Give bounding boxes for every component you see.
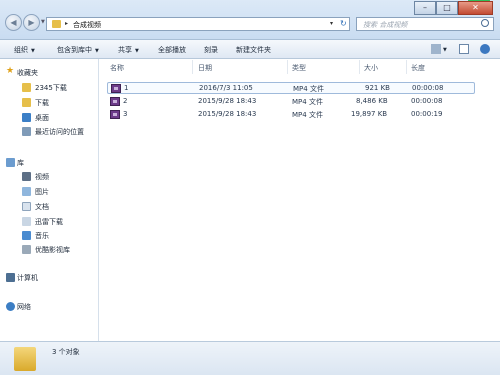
share-button[interactable]: 共享 ▼ xyxy=(118,45,139,55)
column-header-type[interactable]: 类型 xyxy=(292,63,306,73)
column-divider[interactable] xyxy=(287,60,288,74)
view-options-icon[interactable] xyxy=(431,44,441,54)
maximize-button[interactable]: □ xyxy=(436,1,458,15)
file-date: 2015/9/28 18:43 xyxy=(198,97,257,105)
column-divider[interactable] xyxy=(406,60,407,74)
star-icon: ★ xyxy=(6,66,15,76)
search-input[interactable]: 搜索 合成视频 xyxy=(356,17,494,31)
back-button[interactable]: ◀ xyxy=(5,14,22,31)
command-bar: 组织 ▼ 包含到库中 ▼ 共享 ▼ 全部播放 刻录 新建文件夹 ▼ xyxy=(0,40,500,59)
column-header-date[interactable]: 日期 xyxy=(198,63,212,73)
video-file-icon xyxy=(110,110,120,119)
file-name: 1 xyxy=(124,84,129,92)
folder-icon xyxy=(14,347,36,371)
navigation-pane: ★ 收藏夹 2345下载 下载 桌面 最近访问的位置 库 视频 图片 文档 迅雷… xyxy=(0,59,99,341)
column-header-size[interactable]: 大小 xyxy=(364,63,378,73)
download-folder-icon xyxy=(22,98,31,107)
item-count: 3 个对象 xyxy=(52,348,80,356)
computer-icon xyxy=(6,273,15,282)
table-row[interactable]: 1 2016/7/3 11:05 MP4 文件 921 KB 00:00:08 xyxy=(107,82,475,94)
thunder-download-icon xyxy=(22,217,31,226)
file-name: 3 xyxy=(123,110,128,118)
close-button[interactable]: ✕ xyxy=(458,1,493,15)
file-length: 00:00:19 xyxy=(411,110,443,118)
preview-pane-icon[interactable] xyxy=(459,44,469,54)
sidebar-item-label: 视频 xyxy=(35,173,49,181)
sidebar-item-label: 计算机 xyxy=(17,274,38,282)
search-icon[interactable] xyxy=(481,19,489,27)
search-placeholder: 搜索 合成视频 xyxy=(363,21,408,29)
sidebar-item-label: 音乐 xyxy=(35,232,49,240)
sidebar-item-label: 收藏夹 xyxy=(17,69,38,77)
sidebar-item-label: 最近访问的位置 xyxy=(35,128,84,136)
play-all-button[interactable]: 全部播放 xyxy=(158,45,186,55)
details-pane: 3 个对象 xyxy=(0,341,500,375)
column-header-length[interactable]: 长度 xyxy=(411,63,425,73)
documents-icon xyxy=(22,202,31,211)
new-folder-button[interactable]: 新建文件夹 xyxy=(236,45,271,55)
column-divider[interactable] xyxy=(192,60,193,74)
youku-library-icon xyxy=(22,245,31,254)
table-row[interactable]: 2 2015/9/28 18:43 MP4 文件 8,486 KB 00:00:… xyxy=(107,96,475,108)
network-icon xyxy=(6,302,15,311)
file-name: 2 xyxy=(123,97,128,105)
sidebar-item-label: 库 xyxy=(17,159,24,167)
sidebar-item-label: 图片 xyxy=(35,188,49,196)
file-type: MP4 文件 xyxy=(292,98,323,106)
sidebar-item-label: 网络 xyxy=(17,303,31,311)
sidebar-item-label: 下载 xyxy=(35,99,49,107)
desktop-icon xyxy=(22,113,31,122)
file-date: 2016/7/3 11:05 xyxy=(199,84,253,92)
burn-button[interactable]: 刻录 xyxy=(204,45,218,55)
file-length: 00:00:08 xyxy=(411,97,443,105)
sidebar-item-label: 桌面 xyxy=(35,114,49,122)
table-row[interactable]: 3 2015/9/28 18:43 MP4 文件 19,897 KB 00:00… xyxy=(107,109,475,121)
chevron-right-icon[interactable]: ▸ xyxy=(65,20,68,27)
video-file-icon xyxy=(111,84,121,93)
window-controls: – □ ✕ xyxy=(414,1,493,16)
folder-icon xyxy=(22,83,31,92)
include-in-library-button[interactable]: 包含到库中 ▼ xyxy=(57,45,99,55)
address-bar[interactable]: ▸ 合成视频 ▾ ↻ xyxy=(46,17,350,31)
file-type: MP4 文件 xyxy=(292,111,323,119)
folder-icon xyxy=(52,20,61,28)
minimize-button[interactable]: – xyxy=(414,1,436,15)
title-bar: – □ ✕ ◀ ▶ ▼ ▸ 合成视频 ▾ ↻ 搜索 合成视频 xyxy=(0,0,500,40)
sidebar-item-label: 优酷影视库 xyxy=(35,246,70,254)
chevron-down-icon[interactable]: ▾ xyxy=(330,20,333,27)
file-size: 8,486 KB xyxy=(356,97,388,105)
file-size: 921 KB xyxy=(365,84,390,92)
organize-button[interactable]: 组织 ▼ xyxy=(14,45,35,55)
sidebar-item-label: 迅雷下载 xyxy=(35,218,63,226)
refresh-icon[interactable]: ↻ xyxy=(340,19,347,28)
forward-button[interactable]: ▶ xyxy=(23,14,40,31)
sidebar-item-label: 文档 xyxy=(35,203,49,211)
file-length: 00:00:08 xyxy=(412,84,444,92)
video-file-icon xyxy=(110,97,120,106)
recent-places-icon xyxy=(22,127,31,136)
video-library-icon xyxy=(22,172,31,181)
music-icon xyxy=(22,231,31,240)
column-header-name[interactable]: 名称 xyxy=(110,63,124,73)
column-divider[interactable] xyxy=(359,60,360,74)
history-dropdown-icon[interactable]: ▼ xyxy=(41,19,45,25)
view-dropdown-icon[interactable]: ▼ xyxy=(443,47,447,53)
file-date: 2015/9/28 18:43 xyxy=(198,110,257,118)
file-type: MP4 文件 xyxy=(293,85,324,93)
file-size: 19,897 KB xyxy=(351,110,388,118)
address-path[interactable]: 合成视频 xyxy=(73,20,101,30)
library-icon xyxy=(6,158,15,167)
pictures-icon xyxy=(22,187,31,196)
help-icon[interactable] xyxy=(480,44,490,54)
sidebar-item-label: 2345下载 xyxy=(35,84,67,92)
